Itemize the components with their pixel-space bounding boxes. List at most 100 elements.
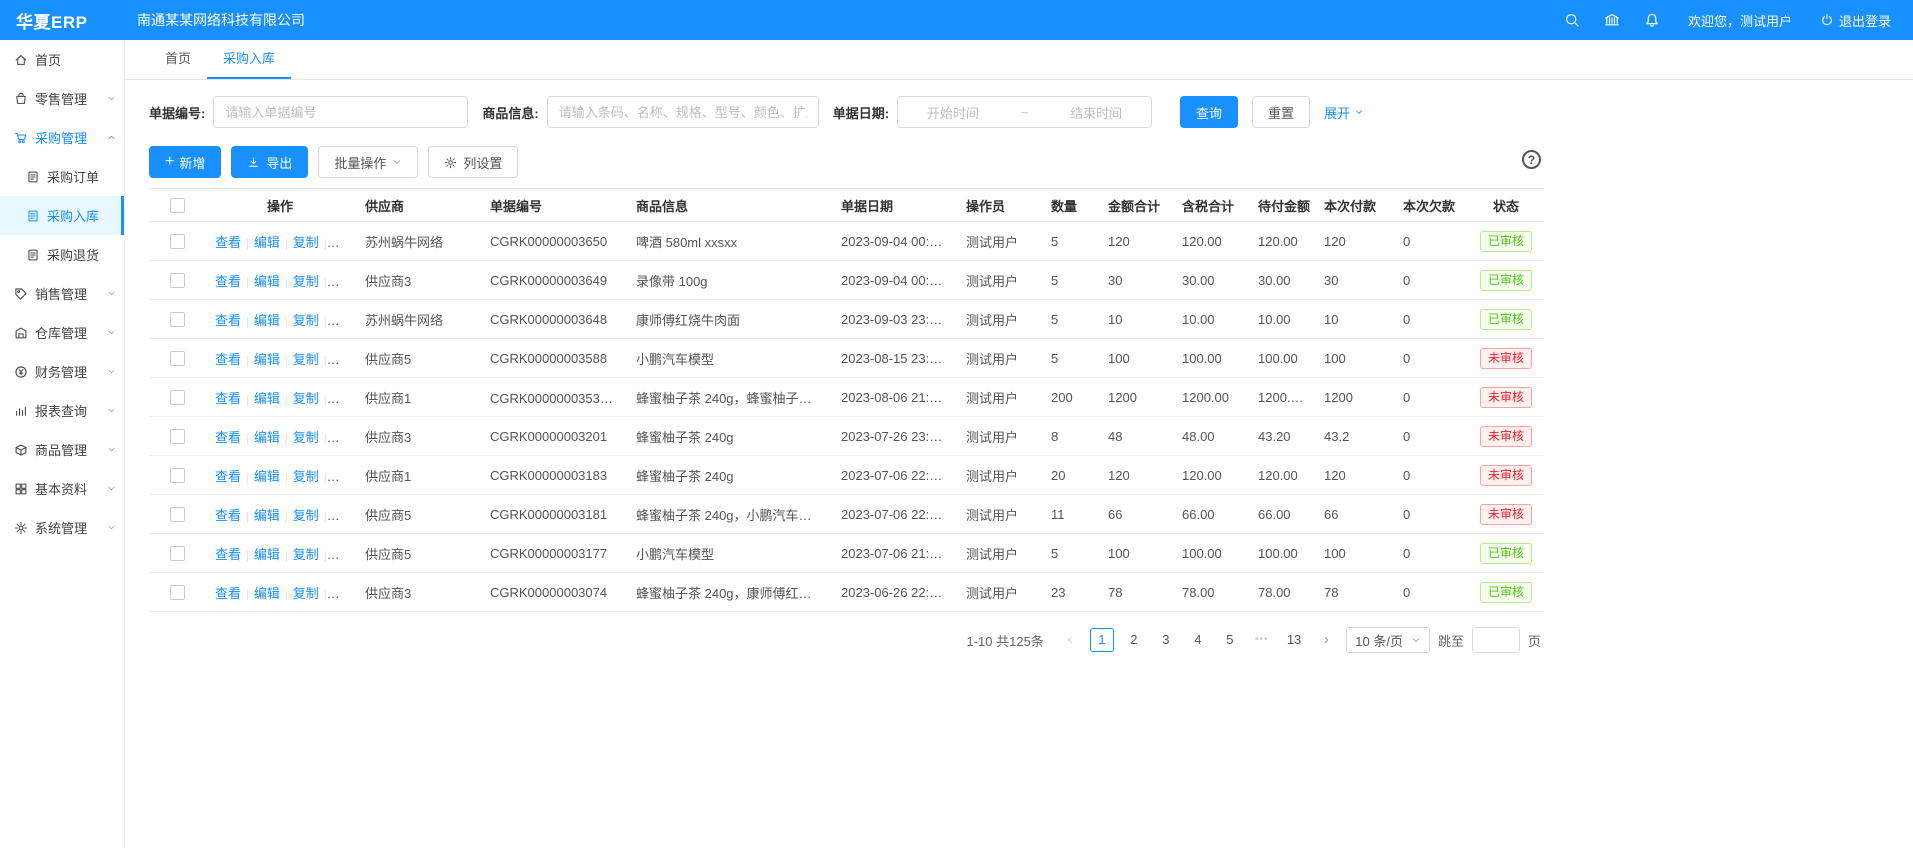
- edit-link[interactable]: 编辑: [254, 352, 280, 367]
- view-link[interactable]: 查看: [215, 469, 241, 484]
- row-checkbox[interactable]: [170, 351, 185, 366]
- view-link[interactable]: 查看: [215, 508, 241, 523]
- date-range-picker[interactable]: 开始时间 ~ 结束时间: [897, 96, 1152, 128]
- copy-link[interactable]: 复制: [293, 430, 319, 445]
- view-link[interactable]: 查看: [215, 274, 241, 289]
- column-settings-button[interactable]: 列设置: [428, 146, 518, 178]
- add-button[interactable]: +新增: [149, 146, 221, 178]
- supplier-cell: 供应商1: [355, 456, 480, 495]
- sidebar-item-goods[interactable]: 商品管理: [0, 430, 124, 469]
- search-button[interactable]: 查询: [1180, 96, 1238, 128]
- prev-page-button[interactable]: ‹: [1058, 628, 1082, 652]
- help-icon[interactable]: ?: [1522, 150, 1541, 169]
- edit-link[interactable]: 编辑: [254, 313, 280, 328]
- page-button-5[interactable]: 5: [1218, 628, 1242, 652]
- to-pay-cell: 1200.00: [1248, 378, 1314, 417]
- link-separator: |: [324, 550, 327, 562]
- edit-link[interactable]: 编辑: [254, 391, 280, 406]
- page-ellipsis[interactable]: •••: [1250, 628, 1274, 652]
- row-checkbox[interactable]: [170, 390, 185, 405]
- checkbox-cell: [149, 456, 205, 495]
- sidebar-item-base[interactable]: 基本资料: [0, 469, 124, 508]
- copy-link[interactable]: 复制: [293, 352, 319, 367]
- search-icon[interactable]: [1564, 12, 1580, 28]
- debt-cell: 0: [1393, 417, 1468, 456]
- row-checkbox[interactable]: [170, 273, 185, 288]
- copy-link[interactable]: 复制: [293, 469, 319, 484]
- edit-link[interactable]: 编辑: [254, 586, 280, 601]
- sidebar-item-home[interactable]: 首页: [0, 40, 124, 79]
- copy-link[interactable]: 复制: [293, 547, 319, 562]
- link-separator: |: [285, 316, 288, 328]
- tax-total-cell: 1200.00: [1172, 378, 1248, 417]
- sidebar-subitem-purchase-return[interactable]: 采购退货: [0, 235, 124, 274]
- bill-no-input[interactable]: [213, 96, 468, 128]
- qty-cell: 200: [1041, 378, 1098, 417]
- tab-purchase-in[interactable]: 采购入库: [207, 40, 291, 79]
- view-link[interactable]: 查看: [215, 586, 241, 601]
- amount-total-cell: 120: [1098, 456, 1172, 495]
- batch-operations-button[interactable]: 批量操作: [318, 146, 418, 178]
- copy-link[interactable]: 复制: [293, 313, 319, 328]
- row-checkbox[interactable]: [170, 429, 185, 444]
- page-button-2[interactable]: 2: [1122, 628, 1146, 652]
- jump-page-input[interactable]: [1472, 627, 1520, 653]
- sidebar-item-sales[interactable]: 销售管理: [0, 274, 124, 313]
- sidebar-item-report[interactable]: 报表查询: [0, 391, 124, 430]
- sidebar-item-warehouse[interactable]: 仓库管理: [0, 313, 124, 352]
- sidebar-subitem-purchase-in[interactable]: 采购入库: [0, 196, 124, 235]
- tab-home[interactable]: 首页: [149, 40, 207, 79]
- page-size-value: 10 条/页: [1355, 631, 1403, 650]
- supplier-cell: 供应商3: [355, 261, 480, 300]
- edit-link[interactable]: 编辑: [254, 274, 280, 289]
- sales-icon: [14, 287, 28, 301]
- bank-icon[interactable]: [1604, 12, 1620, 28]
- sidebar-subitem-purchase-order[interactable]: 采购订单: [0, 157, 124, 196]
- expand-link[interactable]: 展开: [1324, 103, 1364, 122]
- page-size-select[interactable]: 10 条/页: [1346, 627, 1430, 653]
- link-separator: |: [246, 550, 249, 562]
- view-link[interactable]: 查看: [215, 352, 241, 367]
- export-button[interactable]: 导出: [231, 146, 308, 178]
- copy-link[interactable]: 复制: [293, 391, 319, 406]
- row-checkbox[interactable]: [170, 507, 185, 522]
- debt-cell: 0: [1393, 261, 1468, 300]
- view-link[interactable]: 查看: [215, 430, 241, 445]
- edit-link[interactable]: 编辑: [254, 508, 280, 523]
- edit-link[interactable]: 编辑: [254, 469, 280, 484]
- sidebar-item-label: 商品管理: [35, 440, 87, 459]
- row-checkbox[interactable]: [170, 234, 185, 249]
- page-button-4[interactable]: 4: [1186, 628, 1210, 652]
- sidebar-item-purchase[interactable]: 采购管理: [0, 118, 124, 157]
- edit-link[interactable]: 编辑: [254, 235, 280, 250]
- page-button-13[interactable]: 13: [1282, 628, 1306, 652]
- checkbox-cell: [149, 300, 205, 339]
- row-checkbox[interactable]: [170, 468, 185, 483]
- copy-link[interactable]: 复制: [293, 274, 319, 289]
- view-link[interactable]: 查看: [215, 313, 241, 328]
- logout-button[interactable]: 退出登录: [1820, 11, 1891, 30]
- edit-link[interactable]: 编辑: [254, 430, 280, 445]
- view-link[interactable]: 查看: [215, 391, 241, 406]
- copy-link[interactable]: 复制: [293, 235, 319, 250]
- reset-button[interactable]: 重置: [1252, 96, 1310, 128]
- page-button-1[interactable]: 1: [1090, 628, 1114, 652]
- view-link[interactable]: 查看: [215, 235, 241, 250]
- row-checkbox[interactable]: [170, 585, 185, 600]
- row-checkbox[interactable]: [170, 546, 185, 561]
- chevron-down-icon: [1354, 107, 1364, 117]
- bell-icon[interactable]: [1644, 12, 1660, 28]
- copy-link[interactable]: 复制: [293, 586, 319, 601]
- next-page-button[interactable]: ›: [1314, 628, 1338, 652]
- sidebar-item-retail[interactable]: 零售管理: [0, 79, 124, 118]
- select-all-checkbox[interactable]: [170, 198, 185, 213]
- edit-link[interactable]: 编辑: [254, 547, 280, 562]
- operator-cell: 测试用户: [956, 456, 1041, 495]
- view-link[interactable]: 查看: [215, 547, 241, 562]
- copy-link[interactable]: 复制: [293, 508, 319, 523]
- page-button-3[interactable]: 3: [1154, 628, 1178, 652]
- sidebar-item-finance[interactable]: 财务管理: [0, 352, 124, 391]
- product-info-input[interactable]: [547, 96, 819, 128]
- row-checkbox[interactable]: [170, 312, 185, 327]
- sidebar-item-system[interactable]: 系统管理: [0, 508, 124, 547]
